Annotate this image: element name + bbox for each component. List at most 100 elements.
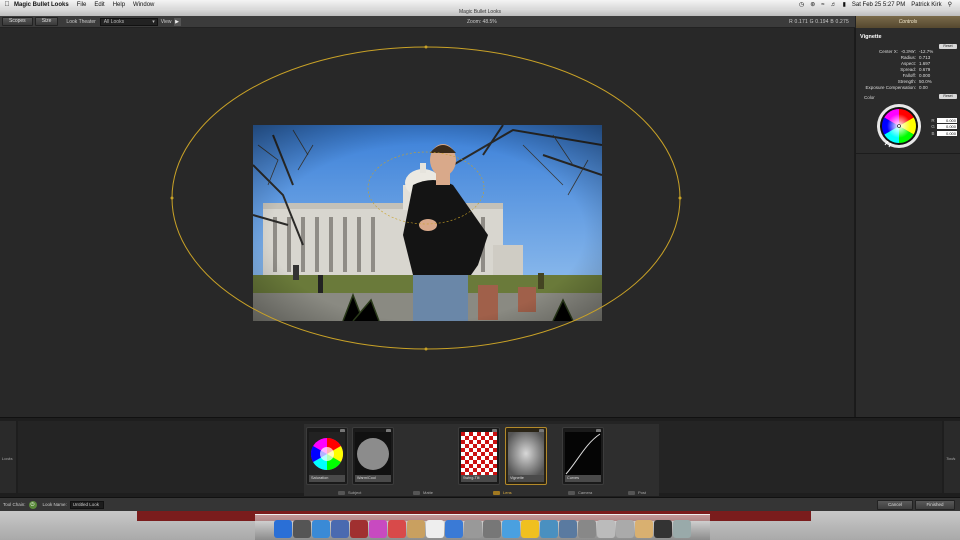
subject-icon — [338, 490, 345, 495]
post-icon — [628, 490, 635, 495]
calculator-icon[interactable] — [464, 520, 482, 538]
tool-chain: Saturation Warm/Cool Swing-Tilt Vignette… — [18, 421, 942, 496]
folder-icon[interactable] — [616, 520, 634, 538]
safari-icon[interactable] — [312, 520, 330, 538]
menu-window[interactable]: Window — [133, 2, 154, 8]
cyberduck-icon[interactable] — [521, 520, 539, 538]
play-icon[interactable]: ▶ — [173, 17, 181, 26]
tools-tab-label: Tools — [946, 456, 956, 461]
param-label: Exposure Compensation: — [865, 85, 916, 90]
desktop-background — [0, 511, 960, 540]
zoom-readout: Zoom: 48.5% — [467, 19, 497, 25]
category-label: Camera — [578, 490, 593, 495]
menubar-status-area: ◷ ⊛ ≈ ♬ ▮ Sat Feb 25 5:27 PM Patrick Kir… — [799, 1, 960, 9]
window-title: Magic Bullet Looks — [0, 9, 960, 16]
category-subject[interactable]: Subject — [338, 490, 361, 495]
dock — [255, 514, 710, 540]
downloads-icon[interactable] — [635, 520, 653, 538]
time-machine-icon[interactable]: ◷ — [799, 1, 804, 8]
scopes-button[interactable]: Scopes — [2, 17, 33, 26]
category-post[interactable]: Post — [628, 490, 646, 495]
address-book-icon[interactable] — [407, 520, 425, 538]
rgb-label: R — [931, 117, 935, 123]
tool-swing-tilt[interactable]: Swing-Tilt — [458, 427, 500, 485]
color-label: Color — [864, 95, 875, 100]
apple-menu-icon[interactable]:  — [0, 1, 14, 8]
param-value: 0.00 — [919, 85, 928, 90]
adobe-app-icon[interactable] — [388, 520, 406, 538]
tool-warm-cool[interactable]: Warm/Cool — [352, 427, 394, 485]
looks-drawer-tab[interactable]: Looks — [0, 421, 16, 493]
param-row[interactable]: Exposure Compensation: 0.00 — [862, 85, 934, 91]
vignette-params: Center X: -0.3% Y: -12.7% Radius: 0.713 … — [862, 49, 934, 91]
status-bar: Tool Chain: ⏻ Look Name: Untitled Look C… — [0, 497, 960, 511]
category-label: Subject — [348, 490, 362, 495]
preview-icon[interactable] — [483, 520, 501, 538]
menubar-clock[interactable]: Sat Feb 25 5:27 PM — [852, 2, 905, 8]
tool-saturation[interactable]: Saturation — [306, 427, 348, 485]
rgb-row[interactable]: G 0.000 — [929, 124, 957, 131]
trash-icon[interactable] — [673, 520, 691, 538]
finished-button[interactable]: Finished — [915, 500, 955, 510]
saturation-thumb — [309, 432, 345, 475]
rgb-value-field[interactable]: 0.000 — [937, 130, 957, 136]
messages-icon[interactable] — [502, 520, 520, 538]
tool-curves[interactable]: Curves — [562, 427, 604, 485]
cancel-button[interactable]: Cancel — [877, 500, 913, 510]
controls-header[interactable]: Controls — [855, 16, 960, 28]
menu-app-name[interactable]: Magic Bullet Looks — [14, 2, 69, 8]
vignette-overlay[interactable] — [0, 28, 854, 417]
tool-label: Swing-Tilt — [461, 475, 497, 482]
look-name-input[interactable]: Untitled Look — [69, 500, 104, 509]
view-button[interactable]: View — [161, 19, 172, 25]
menubar-user[interactable]: Patrick Kirk — [911, 2, 941, 8]
calendar-icon[interactable] — [426, 520, 444, 538]
system-prefs-icon[interactable] — [578, 520, 596, 538]
tool-chain-power-icon[interactable]: ⏻ — [28, 500, 37, 509]
rgb-row[interactable]: R 0.000 — [929, 117, 957, 124]
looks-select-value: All Looks — [103, 18, 125, 25]
spotlight-icon[interactable]: ⚲ — [948, 1, 952, 8]
tool-vignette[interactable]: Vignette — [505, 427, 547, 485]
matte-icon — [413, 490, 420, 495]
category-label: Post — [638, 490, 647, 495]
category-lens[interactable]: Lens — [493, 490, 512, 495]
menu-edit[interactable]: Edit — [94, 2, 104, 8]
photo-booth-icon[interactable] — [597, 520, 615, 538]
photo-app-icon[interactable] — [331, 520, 349, 538]
color-wheel[interactable] — [876, 103, 922, 149]
menu-file[interactable]: File — [77, 2, 87, 8]
tool-label: Curves — [565, 475, 601, 482]
looks-tab-label: Looks — [2, 456, 13, 461]
bluetooth-icon[interactable]: ⊛ — [810, 1, 815, 8]
controls-panel: Vignette Reset Center X: -0.3% Y: -12.7%… — [855, 28, 960, 417]
looks-select[interactable]: All Looks ▾ — [99, 17, 158, 26]
music-icon[interactable] — [654, 520, 672, 538]
vignette-thumb — [508, 432, 544, 475]
vignette-reset-button[interactable]: Reset — [939, 44, 957, 49]
finder-icon[interactable] — [274, 520, 292, 538]
lens-icon — [493, 490, 500, 495]
size-button[interactable]: Size — [34, 17, 59, 26]
image-capture-icon[interactable] — [559, 520, 577, 538]
dashboard-icon[interactable] — [293, 520, 311, 538]
menu-bar:  Magic Bullet Looks File Edit Help Wind… — [0, 0, 960, 9]
category-matte[interactable]: Matte — [413, 490, 433, 495]
movie-app-icon[interactable] — [350, 520, 368, 538]
rgb-row[interactable]: B 0.000 — [929, 130, 957, 137]
wifi-icon[interactable]: ≈ — [821, 2, 824, 8]
app-store-icon[interactable] — [445, 520, 463, 538]
rgb-value-field[interactable]: 0.000 — [937, 117, 957, 123]
menu-help[interactable]: Help — [113, 2, 125, 8]
swing-tilt-thumb — [461, 432, 497, 475]
category-camera[interactable]: Camera — [568, 490, 592, 495]
image-viewer[interactable] — [0, 28, 854, 417]
volume-icon[interactable]: ♬ — [831, 2, 837, 8]
itunes-app-icon[interactable] — [369, 520, 387, 538]
tools-drawer-tab[interactable]: Tools — [944, 421, 960, 493]
tool-label: Vignette — [508, 475, 544, 482]
color-reset-button[interactable]: Reset — [939, 94, 957, 99]
mail-icon[interactable] — [540, 520, 558, 538]
battery-icon[interactable]: ▮ — [843, 1, 846, 8]
rgb-value-field[interactable]: 0.000 — [937, 124, 957, 130]
